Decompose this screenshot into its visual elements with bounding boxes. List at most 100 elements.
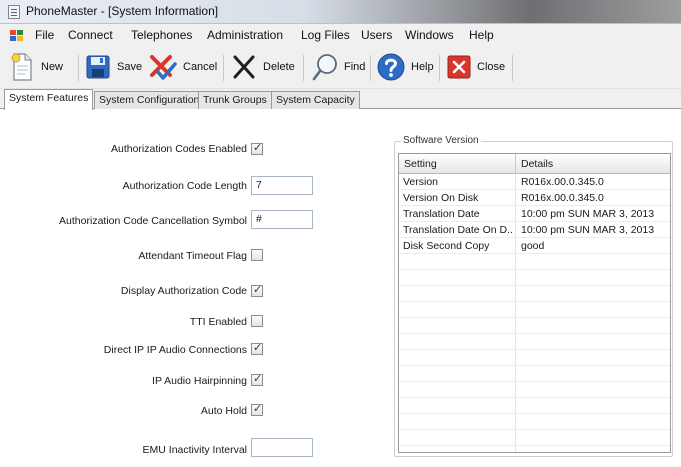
floppy-disk-icon (86, 55, 110, 79)
table-row[interactable]: Disk Second Copy good (399, 238, 670, 254)
menu-file[interactable]: File (35, 28, 54, 42)
app-menu-icon[interactable] (10, 29, 24, 41)
column-divider (515, 154, 516, 174)
close-icon (447, 55, 471, 79)
emu-inactivity-field[interactable] (251, 438, 313, 457)
column-header-setting[interactable]: Setting (404, 158, 437, 170)
window-title: PhoneMaster - [System Information] (26, 4, 219, 18)
ip-audio-hairpinning-checkbox[interactable]: ✓ (251, 373, 263, 386)
tab-system-features[interactable]: System Features (4, 89, 94, 110)
toolbar-separator (78, 55, 79, 81)
details-cell: R016x.00.0.345.0 (521, 192, 604, 204)
table-row[interactable]: Version R016x.00.0.345.0 (399, 174, 670, 190)
save-button-label: Save (117, 61, 143, 73)
table-row[interactable] (399, 398, 670, 414)
column-header-details[interactable]: Details (521, 158, 553, 170)
setting-cell: Version On Disk (403, 192, 479, 204)
window-icon (8, 5, 20, 19)
delete-x-icon (233, 55, 255, 79)
details-cell: 10:00 pm SUN MAR 3, 2013 (521, 224, 655, 236)
close-button[interactable]: Close (446, 50, 505, 84)
toolbar: New Save Cancel Delete Find Help Close (0, 47, 681, 89)
help-button[interactable]: Help (376, 50, 434, 84)
setting-cell: Disk Second Copy (403, 240, 490, 252)
auto-hold-checkbox[interactable]: ✓ (251, 403, 263, 416)
new-button[interactable]: New (8, 50, 63, 84)
save-button[interactable]: Save (84, 50, 142, 84)
menu-help[interactable]: Help (469, 28, 494, 42)
new-document-icon (11, 53, 32, 81)
table-row[interactable] (399, 254, 670, 270)
auth-codes-enabled-checkbox[interactable]: ✓ (251, 142, 263, 155)
check-icon: ✓ (253, 373, 263, 385)
table-row[interactable] (399, 286, 670, 302)
delete-button[interactable]: Delete (230, 50, 295, 84)
table-row[interactable] (399, 318, 670, 334)
setting-cell: Translation Date On D... (403, 224, 513, 236)
table-row[interactable] (399, 270, 670, 286)
table-row[interactable] (399, 334, 670, 350)
toolbar-separator (439, 55, 440, 81)
tti-enabled-checkbox[interactable] (251, 315, 263, 327)
details-cell: 10:00 pm SUN MAR 3, 2013 (521, 208, 655, 220)
menu-bar: File Connect Telephones Administration L… (0, 24, 681, 47)
table-row[interactable] (399, 350, 670, 366)
software-version-title: Software Version (401, 135, 481, 146)
table-row[interactable] (399, 430, 670, 446)
help-button-label: Help (411, 61, 434, 73)
table-row[interactable] (399, 302, 670, 318)
table-row[interactable]: Translation Date 10:00 pm SUN MAR 3, 2013 (399, 206, 670, 222)
table-row[interactable] (399, 382, 670, 398)
setting-cell: Translation Date (403, 208, 480, 220)
software-version-grid[interactable]: Setting Details Version R016x.00.0.345.0 V… (398, 153, 671, 453)
auth-cancel-symbol-label: Authorization Code Cancellation Symbol (59, 215, 247, 227)
toolbar-separator (303, 55, 304, 81)
toolbar-separator (512, 55, 513, 81)
auth-code-length-label: Authorization Code Length (122, 180, 247, 192)
table-row[interactable] (399, 414, 670, 430)
auth-code-length-field[interactable]: 7 (251, 176, 313, 195)
details-cell: good (521, 240, 545, 252)
direct-ip-audio-label: Direct IP IP Audio Connections (103, 344, 247, 356)
toolbar-separator (223, 55, 224, 81)
display-auth-code-label: Display Authorization Code (120, 285, 247, 297)
auth-cancel-symbol-field[interactable]: # (251, 210, 313, 229)
new-button-label: New (41, 61, 64, 73)
cancel-button[interactable]: Cancel (148, 50, 217, 84)
close-button-label: Close (477, 61, 506, 73)
direct-ip-audio-checkbox[interactable]: ✓ (251, 342, 263, 355)
auth-codes-enabled-label: Authorization Codes Enabled (110, 143, 247, 155)
magnifier-icon (312, 54, 337, 81)
tab-trunk-groups[interactable]: Trunk Groups (198, 91, 272, 109)
check-icon: ✓ (253, 284, 263, 296)
tab-strip: System Features System Configuration Tru… (0, 89, 681, 110)
tab-system-capacity[interactable]: System Capacity (271, 91, 360, 109)
setting-cell: Version (403, 176, 439, 188)
software-version-group: Software Version Setting Details Version… (394, 135, 673, 457)
table-row[interactable]: Version On Disk R016x.00.0.345.0 (399, 190, 670, 206)
menu-administration[interactable]: Administration (207, 28, 283, 42)
tab-system-configuration[interactable]: System Configuration (94, 91, 205, 109)
toolbar-separator (370, 55, 371, 81)
menu-windows[interactable]: Windows (405, 28, 454, 42)
menu-telephones[interactable]: Telephones (131, 28, 192, 42)
tti-enabled-label: TTI Enabled (189, 316, 247, 328)
attendant-timeout-checkbox[interactable] (251, 249, 263, 261)
find-button-label: Find (344, 61, 366, 73)
delete-button-label: Delete (263, 61, 295, 73)
menu-users[interactable]: Users (361, 28, 392, 42)
find-button[interactable]: Find (311, 50, 365, 84)
menu-connect[interactable]: Connect (68, 28, 113, 42)
auto-hold-label: Auto Hold (200, 405, 247, 417)
grid-header: Setting Details (399, 154, 670, 174)
menu-log-files[interactable]: Log Files (301, 28, 350, 42)
emu-inactivity-label: EMU Inactivity Interval (142, 444, 247, 456)
attendant-timeout-label: Attendant Timeout Flag (138, 250, 247, 262)
display-auth-code-checkbox[interactable]: ✓ (251, 284, 263, 297)
cancel-icon (150, 55, 177, 80)
details-cell: R016x.00.0.345.0 (521, 176, 604, 188)
table-row[interactable]: Translation Date On D... 10:00 pm SUN MAR… (399, 222, 670, 238)
check-icon: ✓ (253, 403, 263, 415)
check-icon: ✓ (253, 142, 263, 154)
table-row[interactable] (399, 366, 670, 382)
